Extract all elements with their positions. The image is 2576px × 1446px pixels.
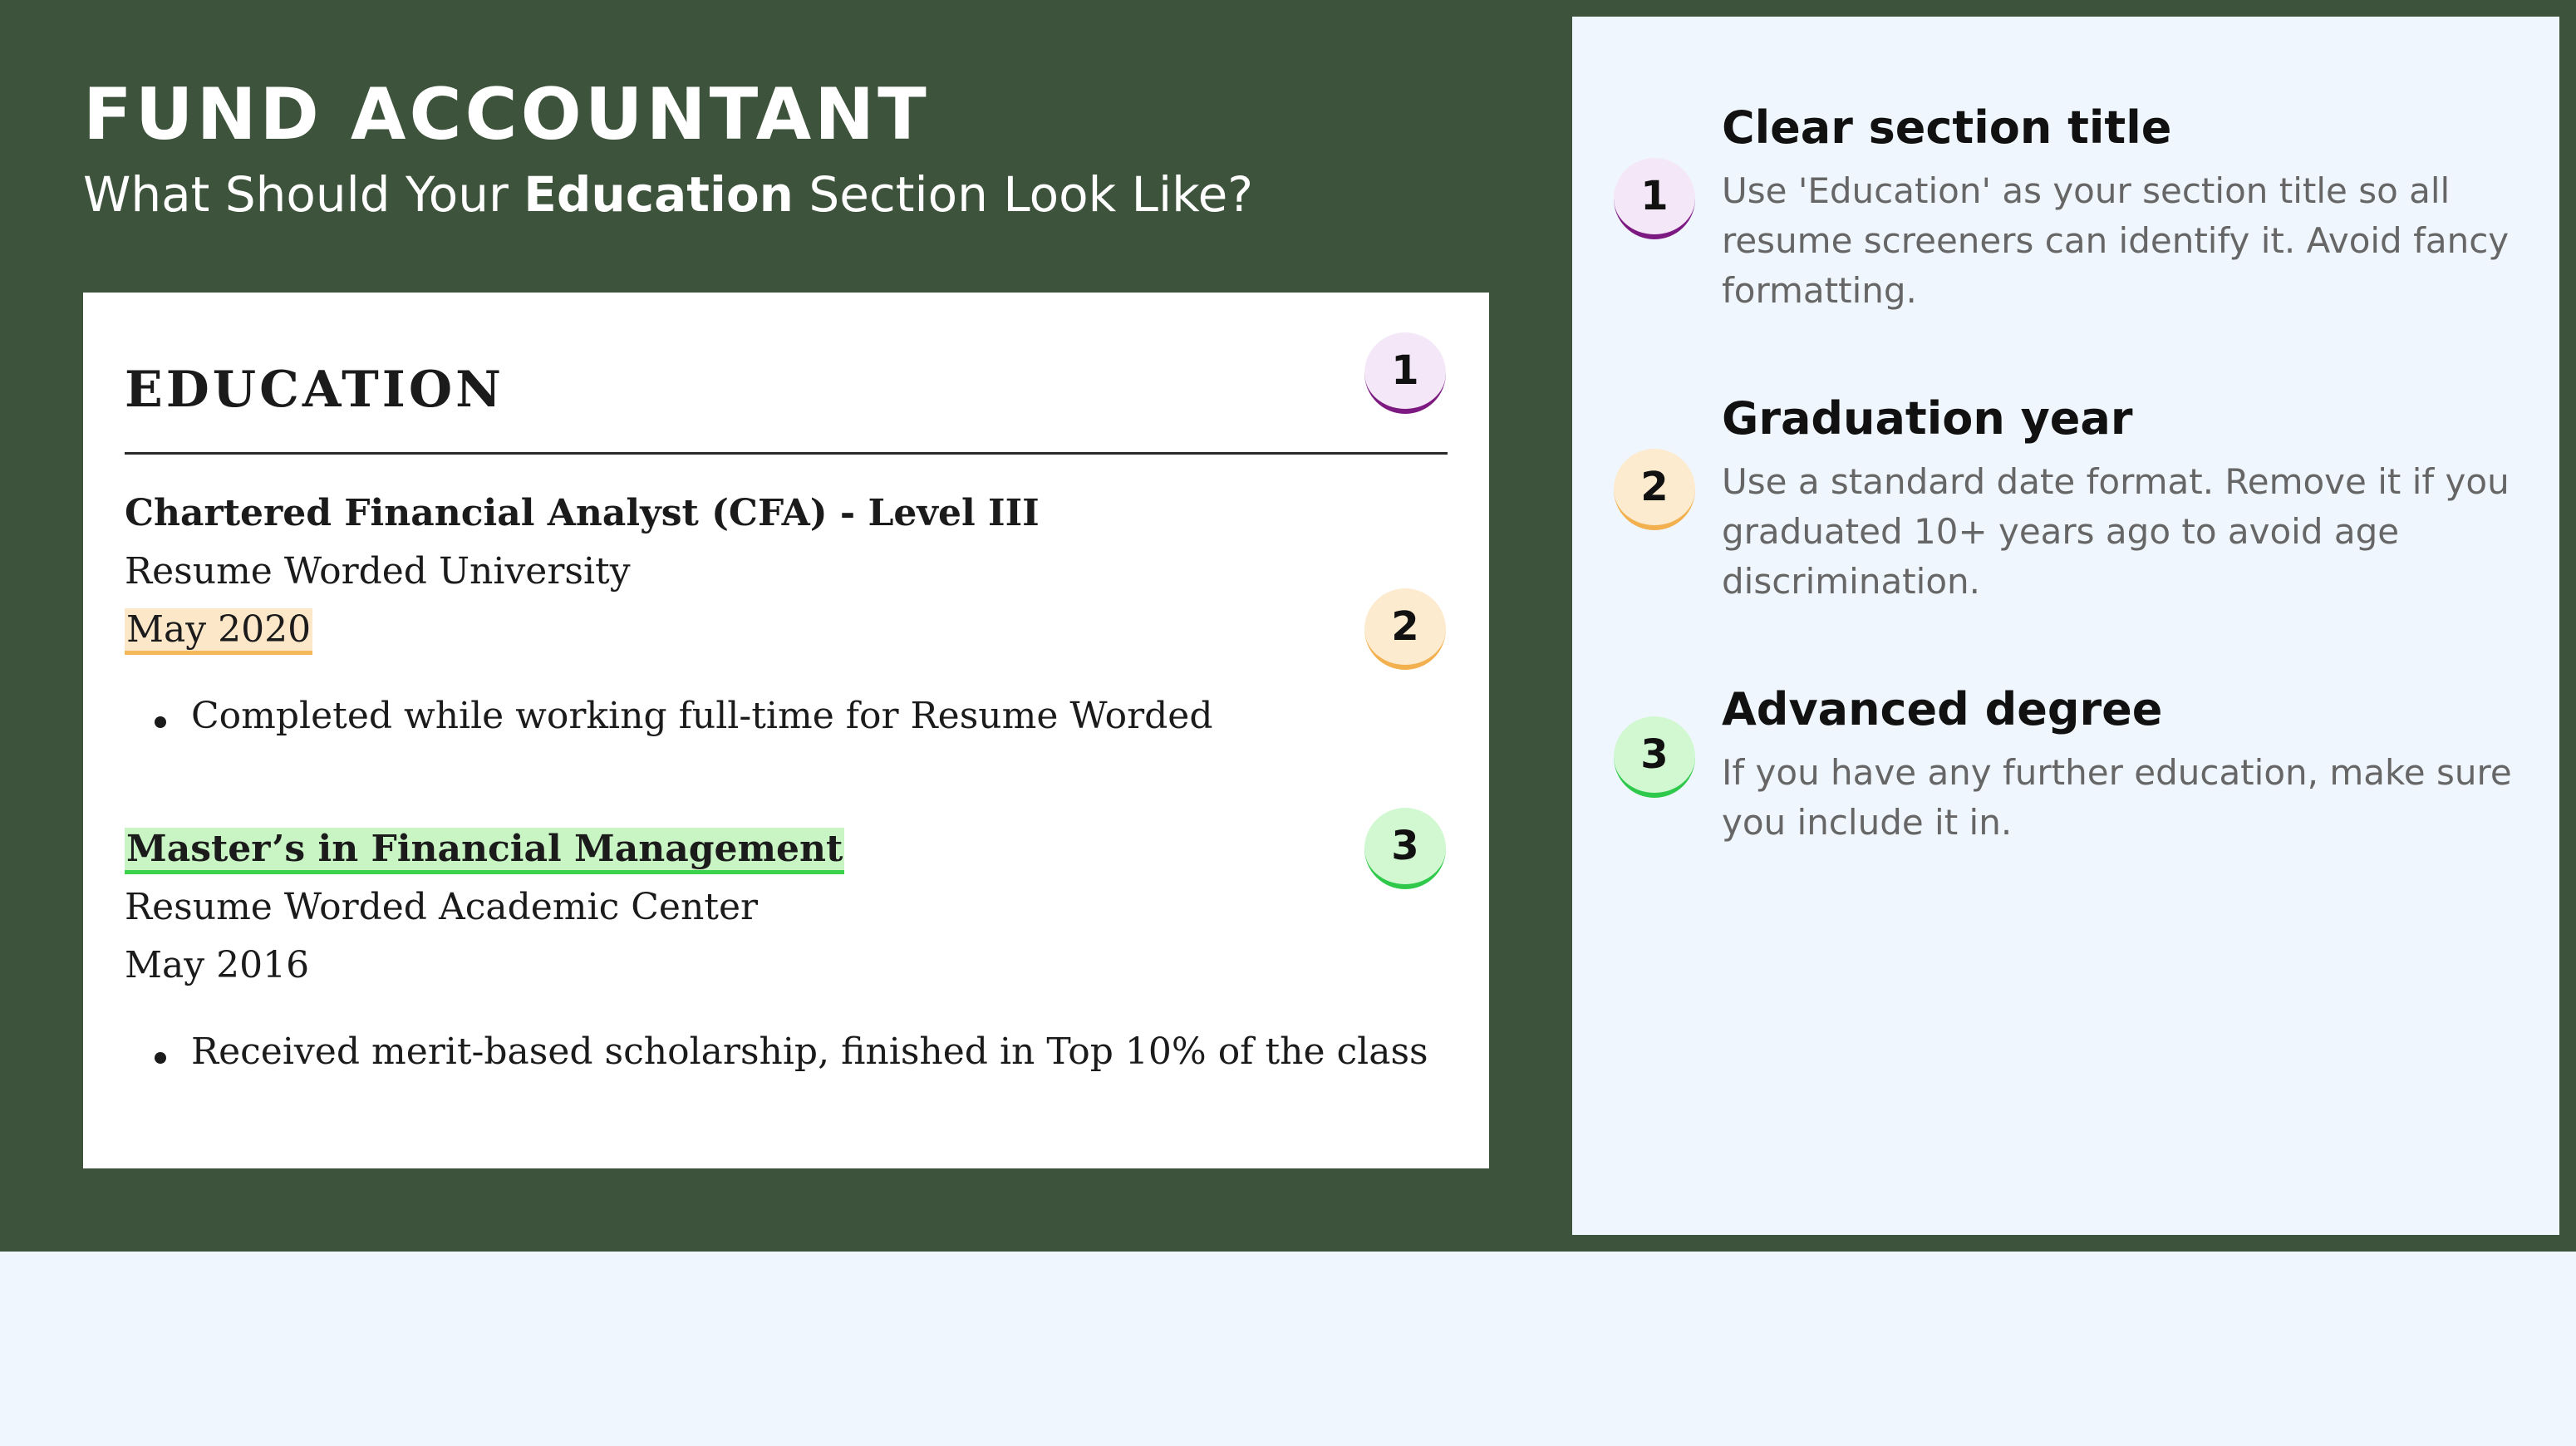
entry-1-degree: Chartered Financial Analyst (CFA) - Leve… <box>125 492 1040 534</box>
subtitle-emphasis: Education <box>524 166 794 223</box>
education-heading: EDUCATION <box>125 361 504 419</box>
heading-divider <box>125 452 1448 455</box>
subtitle-lead: What Should Your <box>83 166 524 223</box>
page: FUND ACCOUNTANT What Should Your Educati… <box>0 0 2576 1446</box>
entry-2-date: May 2016 <box>125 944 310 986</box>
callout-badge-1: 1 <box>1364 332 1446 414</box>
callout-badge-2: 2 <box>1364 588 1446 670</box>
tip-2-body: Use a standard date format. Remove it if… <box>1722 461 2510 602</box>
tip-2-badge: 2 <box>1614 449 1695 530</box>
resume-education-card: EDUCATION 1 Chartered Financial Analyst … <box>83 293 1489 1168</box>
tips-panel: 1 Clear section title Use 'Education' as… <box>1572 17 2559 1235</box>
subtitle-tail: Section Look Like? <box>793 166 1254 223</box>
page-subtitle: What Should Your Education Section Look … <box>83 166 1253 223</box>
tip-3-body: If you have any further education, make … <box>1722 752 2512 843</box>
entry-1-bullet: Completed while working full-time for Re… <box>155 695 1213 737</box>
tip-1-title: Clear section title <box>1722 101 2172 154</box>
entry-2-school: Resume Worded Academic Center <box>125 886 759 928</box>
entry-2-degree-highlight: Master’s in Financial Management <box>125 828 845 874</box>
tip-3-title: Advanced degree <box>1722 683 2163 735</box>
page-title: FUND ACCOUNTANT <box>83 73 930 156</box>
entry-2-bullet: Received merit-based scholarship, finish… <box>155 1030 1428 1073</box>
tip-3-badge: 3 <box>1614 716 1695 798</box>
tip-2-title: Graduation year <box>1722 392 2133 445</box>
callout-badge-3: 3 <box>1364 808 1446 889</box>
tip-1-body: Use 'Education' as your section title so… <box>1722 170 2510 311</box>
entry-1-date-highlight: May 2020 <box>125 608 313 655</box>
entry-2-degree: Master’s in Financial Management <box>125 828 845 874</box>
entry-1-date: May 2020 <box>125 608 313 655</box>
entry-1-school: Resume Worded University <box>125 550 631 593</box>
tip-1-badge: 1 <box>1614 158 1695 239</box>
